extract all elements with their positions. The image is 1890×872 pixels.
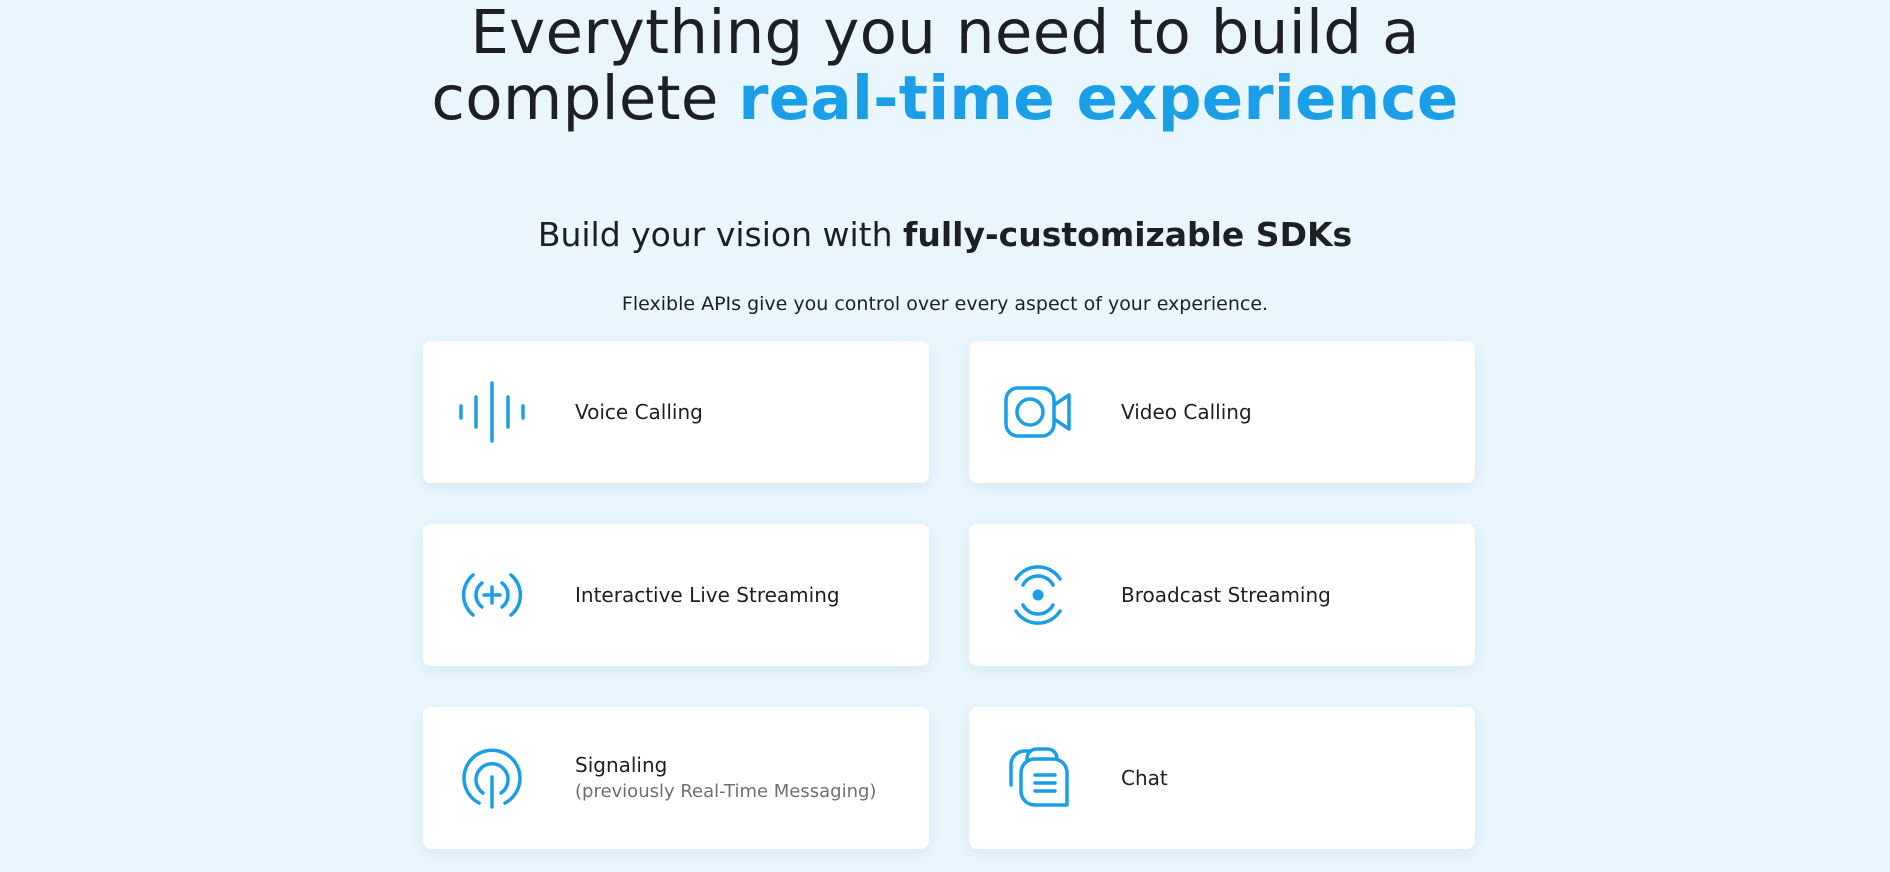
section-subtitle: Flexible APIs give you control over ever… — [621, 293, 1269, 315]
hero-title: Everything you need to build a complete r… — [0, 0, 1890, 132]
product-card-voice-calling[interactable]: Voice Calling — [423, 341, 929, 483]
product-card-sublabel: (previously Real-Time Messaging) — [575, 781, 877, 802]
product-card-label: Broadcast Streaming — [1121, 583, 1331, 607]
section-title-prefix: Build your vision with — [537, 215, 903, 254]
product-card-label: Chat — [1121, 766, 1168, 790]
chat-bubbles-icon — [1003, 743, 1073, 813]
hero-title-line1: Everything you need to build a — [470, 0, 1420, 68]
product-card-chat[interactable]: Chat — [969, 707, 1475, 849]
product-card-label: Voice Calling — [575, 400, 703, 424]
video-camera-icon — [1003, 377, 1073, 447]
section-title: Build your vision with fully-customizabl… — [0, 212, 1890, 258]
hero-title-accent: real-time experience — [738, 63, 1459, 134]
product-card-broadcast-streaming[interactable]: Broadcast Streaming — [969, 524, 1475, 666]
product-card-label: Interactive Live Streaming — [575, 583, 840, 607]
live-streaming-icon — [457, 560, 527, 630]
hero-title-line2-prefix: complete — [431, 63, 739, 134]
product-card-signaling[interactable]: Signaling (previously Real-Time Messagin… — [423, 707, 929, 849]
broadcast-icon — [1003, 560, 1073, 630]
product-card-interactive-live-streaming[interactable]: Interactive Live Streaming — [423, 524, 929, 666]
voice-waveform-icon — [457, 377, 527, 447]
product-card-label: Video Calling — [1121, 400, 1252, 424]
signal-antenna-icon — [457, 743, 527, 813]
section-title-bold: fully-customizable SDKs — [903, 215, 1353, 254]
product-card-video-calling[interactable]: Video Calling — [969, 341, 1475, 483]
product-card-label: Signaling — [575, 753, 668, 777]
products-section: Everything you need to build a complete r… — [0, 0, 1890, 872]
